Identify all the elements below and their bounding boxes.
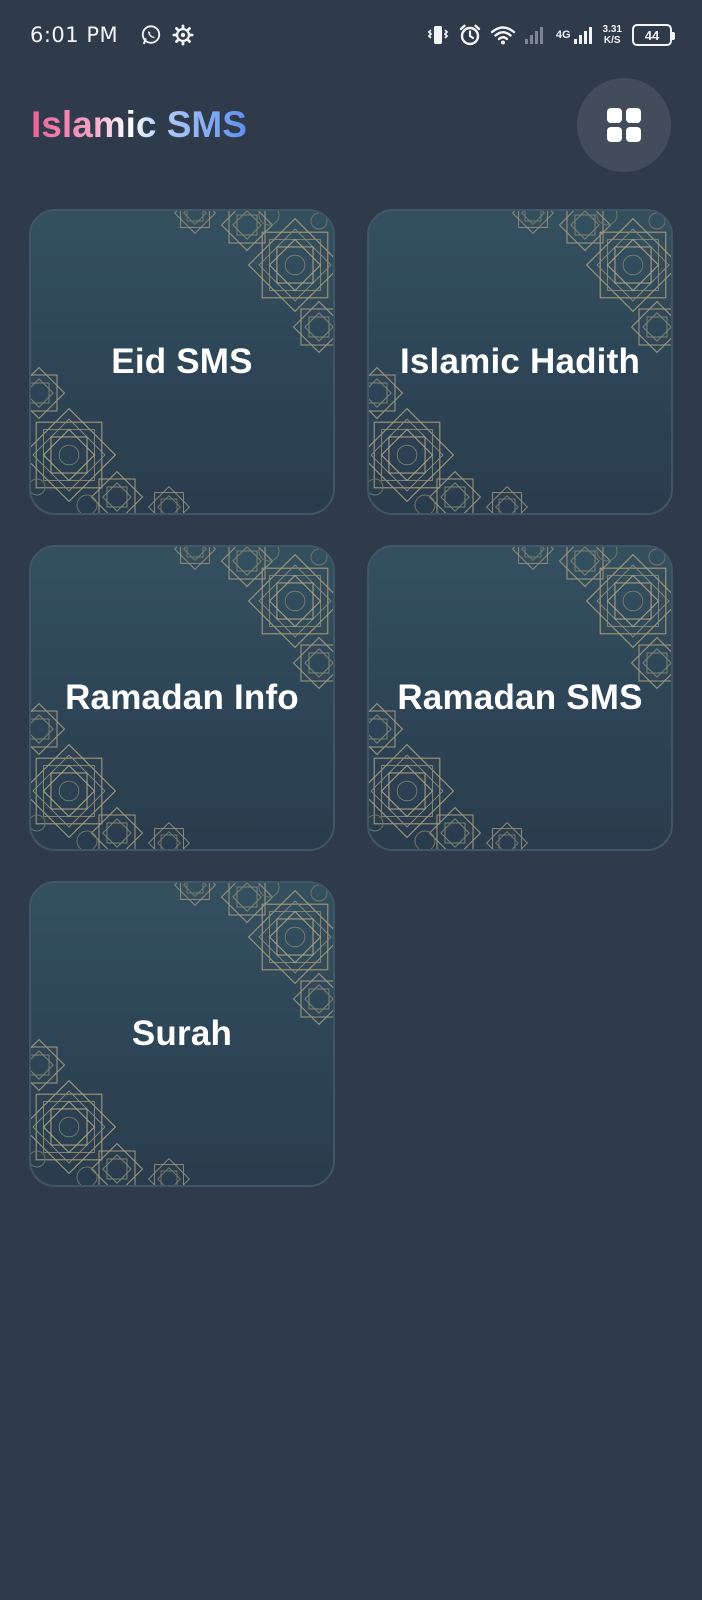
category-label: Ramadan Info	[65, 678, 299, 717]
category-label: Ramadan SMS	[397, 678, 643, 717]
speed-value: 3.31	[602, 24, 622, 35]
category-grid: Eid SMS Islamic Hadith Ramadan Info Rama…	[29, 209, 673, 1187]
network-type: 4G	[555, 28, 571, 41]
whatsapp-icon	[140, 24, 162, 46]
wifi-icon	[490, 24, 516, 46]
category-card-islamic-hadith[interactable]: Islamic Hadith	[367, 209, 673, 515]
ornament-pattern	[507, 545, 673, 693]
status-bar-left: 6:01 PM	[30, 23, 204, 47]
category-label: Eid SMS	[111, 342, 253, 381]
signal-icon-sim1	[524, 25, 546, 45]
grid-menu-button[interactable]	[577, 78, 671, 172]
battery-icon: 44	[632, 24, 675, 46]
status-time: 6:01 PM	[30, 23, 119, 47]
category-label: Islamic Hadith	[399, 342, 641, 381]
battery-level: 44	[644, 27, 660, 43]
app-screen: 6:01 PM 4G 3.31 K/S 44 Islamic SMS Eid S…	[0, 0, 702, 1600]
alarm-icon	[458, 23, 482, 47]
grid-icon	[607, 108, 641, 142]
ornament-pattern	[169, 209, 335, 357]
ornament-pattern	[169, 545, 335, 693]
vibrate-icon	[426, 24, 450, 46]
category-card-surah[interactable]: Surah	[29, 881, 335, 1187]
category-card-ramadan-sms[interactable]: Ramadan SMS	[367, 545, 673, 851]
category-card-ramadan-info[interactable]: Ramadan Info	[29, 545, 335, 851]
status-bar: 6:01 PM 4G 3.31 K/S 44	[0, 0, 702, 70]
status-bar-right: 4G 3.31 K/S 44	[418, 23, 675, 47]
app-title: Islamic SMS	[31, 100, 247, 150]
speed-unit: K/S	[603, 35, 621, 46]
category-card-eid-sms[interactable]: Eid SMS	[29, 209, 335, 515]
network-speed: 3.31 K/S	[603, 24, 622, 46]
signal-icon	[573, 25, 593, 45]
ornament-pattern	[507, 209, 673, 357]
gear-icon	[172, 24, 194, 46]
category-label: Surah	[131, 1014, 233, 1053]
ornament-pattern	[169, 881, 335, 1029]
